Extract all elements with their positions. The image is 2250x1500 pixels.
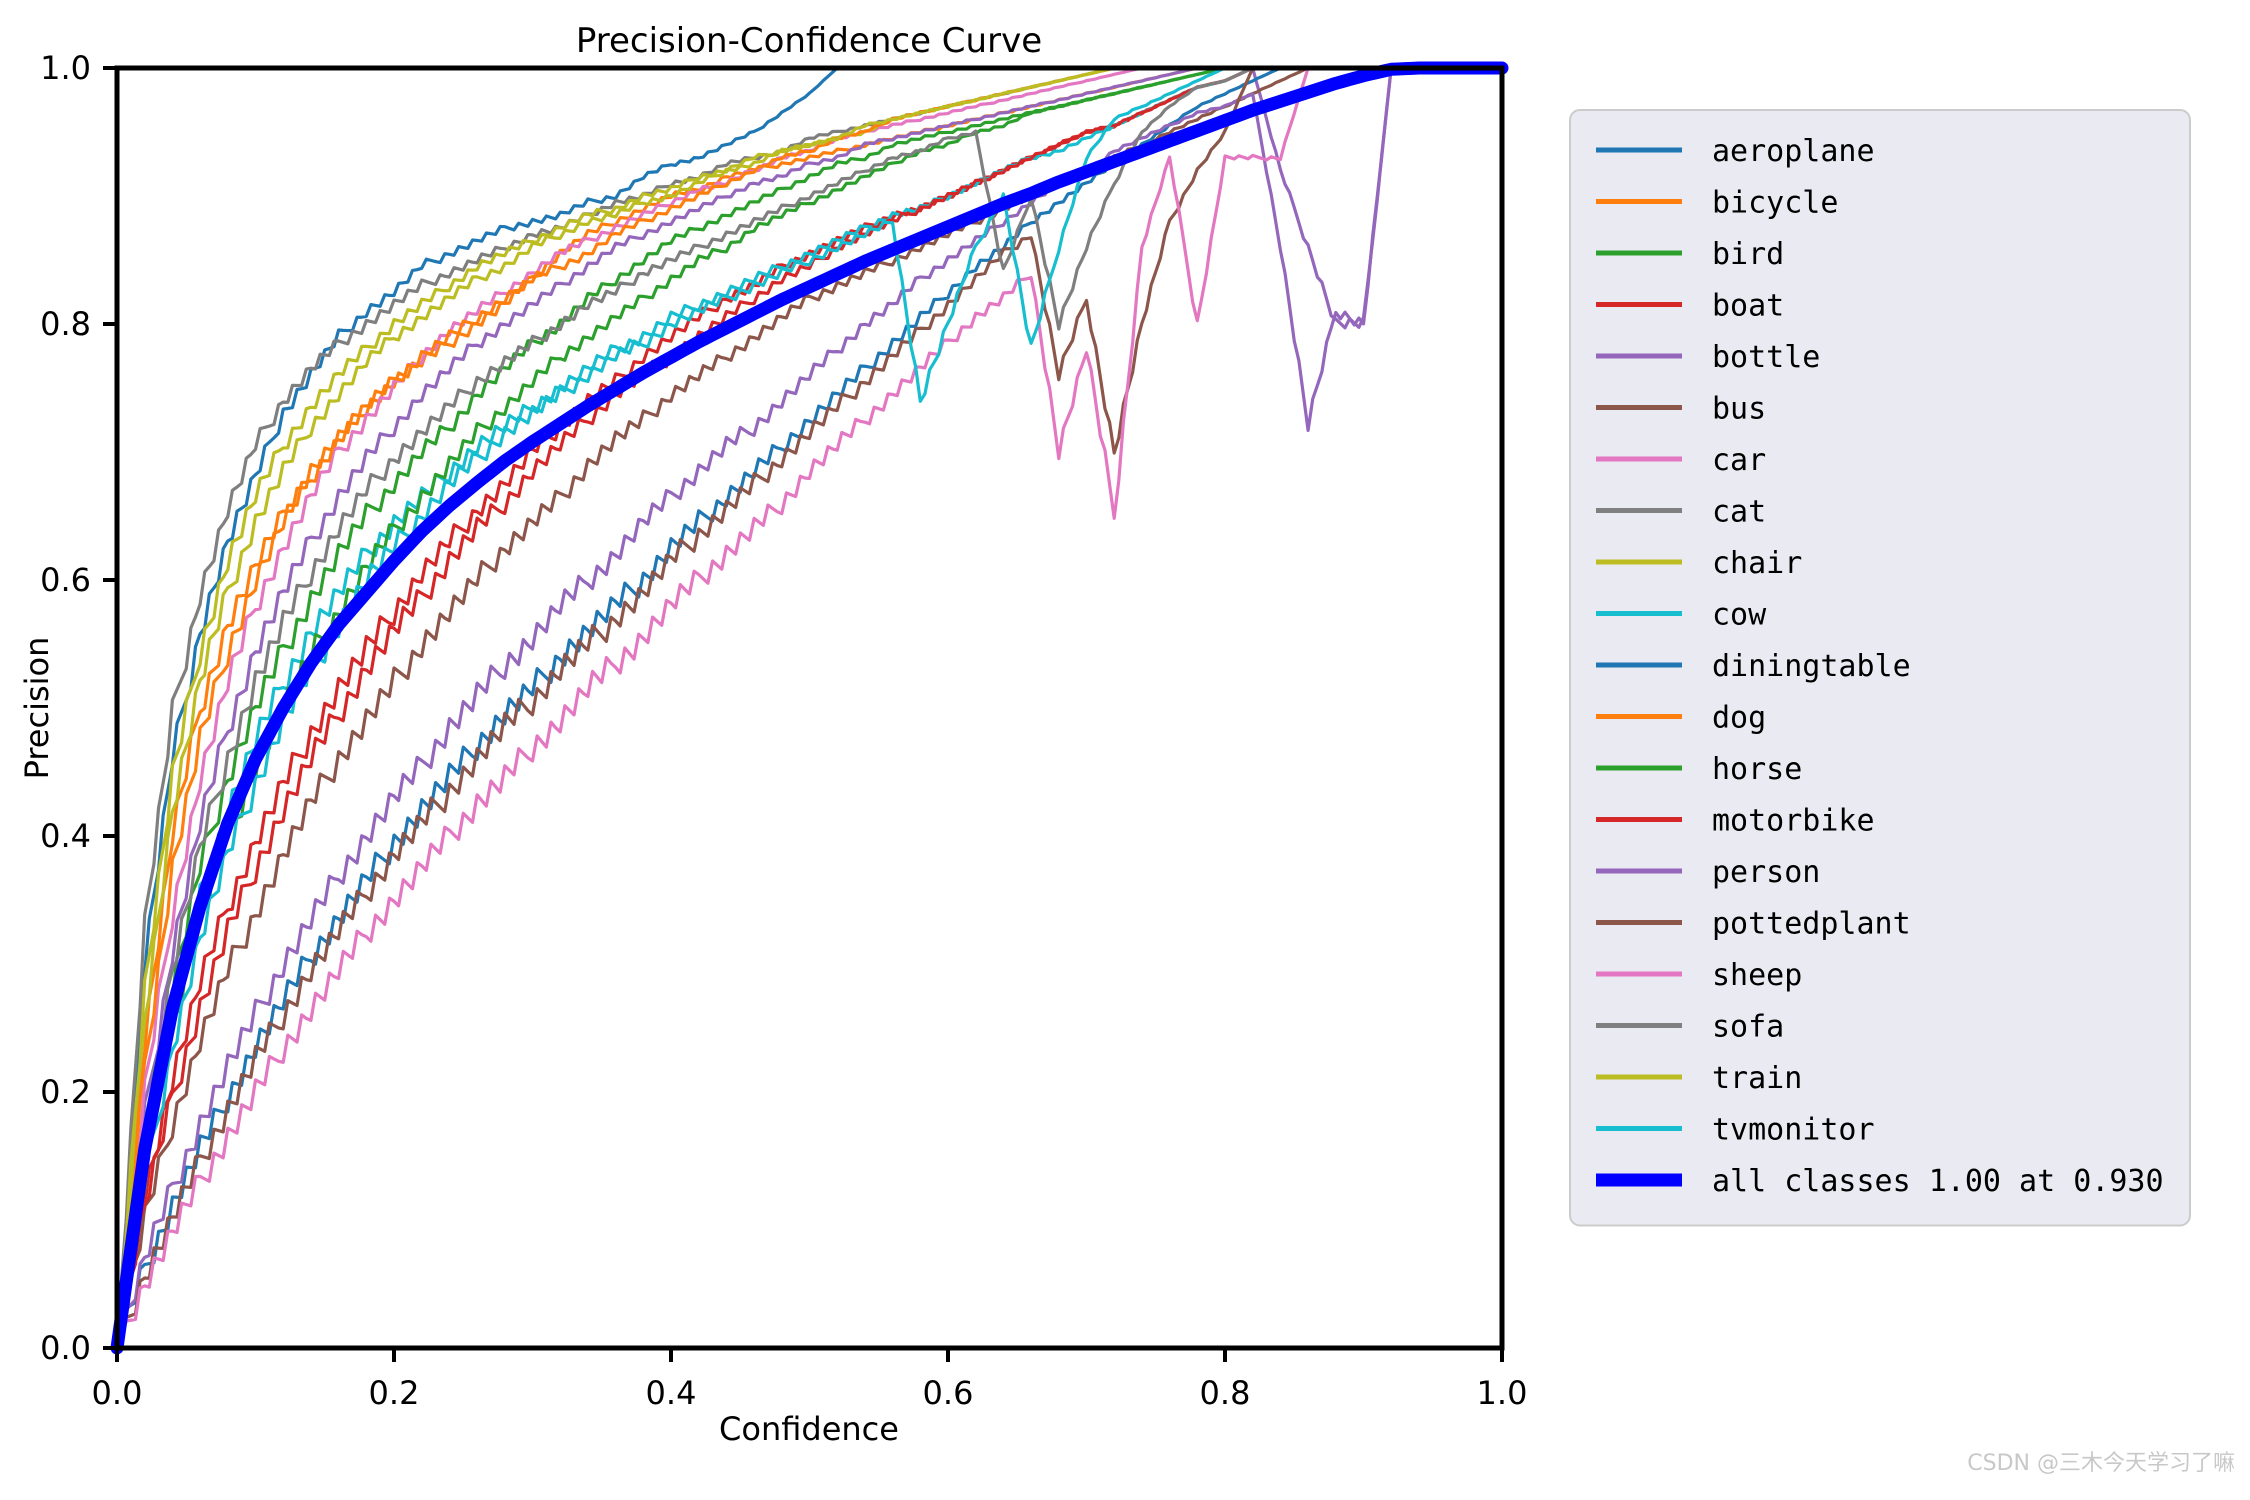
legend-label: bicycle bbox=[1712, 186, 1838, 221]
precision-confidence-chart: 0.0 0.2 0.4 0.6 0.8 1.0 0.0 0.2 0.4 0.6 0.8 1.0 Pr… bbox=[0, 0, 2250, 1500]
legend-label: pottedplant bbox=[1712, 907, 1911, 942]
legend-label: bird bbox=[1712, 237, 1784, 272]
legend-label: chair bbox=[1712, 546, 1802, 581]
x-tick-label: 0.6 bbox=[923, 1374, 974, 1412]
x-axis-label: Confidence bbox=[719, 1410, 899, 1448]
legend-label: all classes 1.00 at 0.930 bbox=[1712, 1164, 2164, 1199]
x-tick-label: 1.0 bbox=[1477, 1374, 1528, 1412]
chart-title: Precision-Confidence Curve bbox=[576, 21, 1042, 61]
x-tick-label: 0.8 bbox=[1200, 1374, 1251, 1412]
y-tick-label: 0.0 bbox=[40, 1329, 91, 1367]
watermark: CSDN @三木今天学习了嘛 bbox=[1967, 1451, 2235, 1476]
y-tick-label: 0.2 bbox=[40, 1073, 91, 1111]
legend-label: motorbike bbox=[1712, 804, 1875, 839]
legend-label: bus bbox=[1712, 392, 1766, 427]
legend-label: bottle bbox=[1712, 340, 1820, 375]
y-tick-label: 1.0 bbox=[40, 49, 91, 87]
legend-label: car bbox=[1712, 443, 1766, 478]
legend-label: diningtable bbox=[1712, 649, 1911, 684]
y-tick-label: 0.4 bbox=[40, 817, 91, 855]
legend-label: aeroplane bbox=[1712, 134, 1875, 169]
legend-label: horse bbox=[1712, 752, 1802, 787]
legend-label: tvmonitor bbox=[1712, 1113, 1875, 1148]
figure-page: 0.0 0.2 0.4 0.6 0.8 1.0 0.0 0.2 0.4 0.6 0.8 1.0 Pr… bbox=[0, 0, 2250, 1500]
x-tick-label: 0.4 bbox=[646, 1374, 697, 1412]
legend-label: train bbox=[1712, 1061, 1802, 1096]
legend[interactable]: aeroplane bicycle bird boat bottle bus car cat c… bbox=[1569, 109, 2191, 1227]
y-tick-label: 0.6 bbox=[40, 561, 91, 599]
legend-label: cat bbox=[1712, 495, 1766, 530]
y-tick-label: 0.8 bbox=[40, 305, 91, 343]
x-tick-label: 0.2 bbox=[369, 1374, 420, 1412]
y-axis-label: Precision bbox=[18, 637, 56, 780]
legend-label: sheep bbox=[1712, 958, 1802, 993]
x-tick-label: 0.0 bbox=[92, 1374, 143, 1412]
legend-label: boat bbox=[1712, 289, 1784, 324]
plot-area bbox=[103, 61, 1509, 1362]
legend-label: dog bbox=[1712, 701, 1766, 736]
legend-label: person bbox=[1712, 855, 1820, 890]
legend-label: sofa bbox=[1712, 1010, 1784, 1045]
legend-label: cow bbox=[1712, 598, 1767, 633]
